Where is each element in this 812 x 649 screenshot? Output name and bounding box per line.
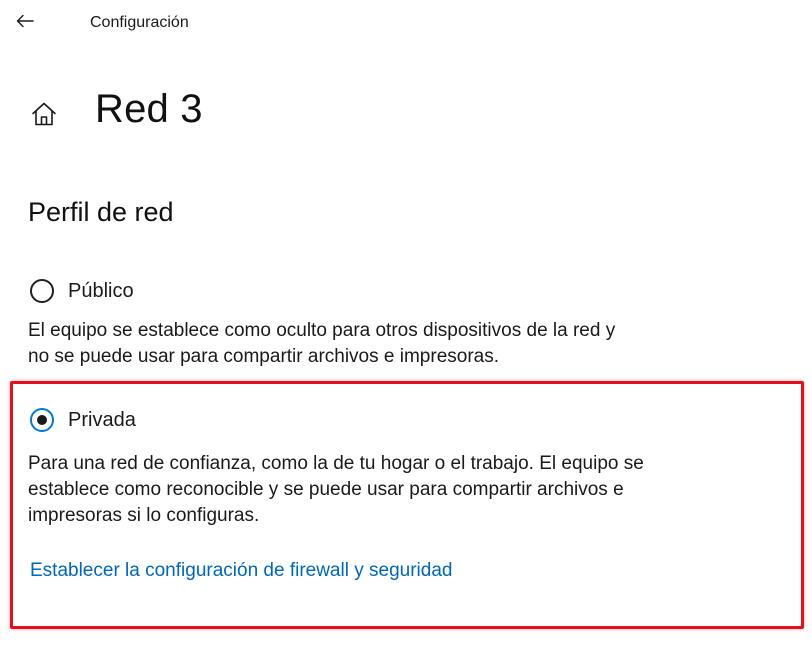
description-privada-line-3: impresoras si lo configuras.	[28, 505, 260, 526]
radio-option-privada[interactable]: Privada	[30, 408, 136, 432]
page-title: Red 3	[95, 87, 203, 131]
firewall-settings-link[interactable]: Establecer la configuración de firewall …	[30, 560, 452, 582]
window-title: Configuración	[90, 14, 189, 31]
radio-button-publico[interactable]	[30, 279, 54, 303]
radio-button-privada[interactable]	[30, 408, 54, 432]
radio-label-publico: Público	[68, 279, 134, 302]
back-arrow-icon	[16, 14, 34, 28]
home-icon[interactable]	[31, 101, 57, 127]
section-heading: Perfil de red	[28, 197, 174, 227]
description-publico: El equipo se establece como oculto para …	[28, 318, 615, 370]
description-privada-line-2: establece como reconocible y se puede us…	[28, 479, 624, 500]
settings-page: Configuración Red 3 Perfil de red Públic…	[0, 0, 812, 649]
description-privada-line-1: Para una red de confianza, como la de tu…	[28, 453, 644, 474]
description-publico-line-1: El equipo se establece como oculto para …	[28, 320, 616, 341]
back-button[interactable]	[14, 10, 36, 32]
description-publico-line-2: no se puede usar para compartir archivos…	[28, 346, 500, 367]
radio-option-publico[interactable]: Público	[30, 279, 134, 303]
radio-label-privada: Privada	[68, 408, 136, 431]
description-privada: Para una red de confianza, como la de tu…	[28, 451, 644, 529]
